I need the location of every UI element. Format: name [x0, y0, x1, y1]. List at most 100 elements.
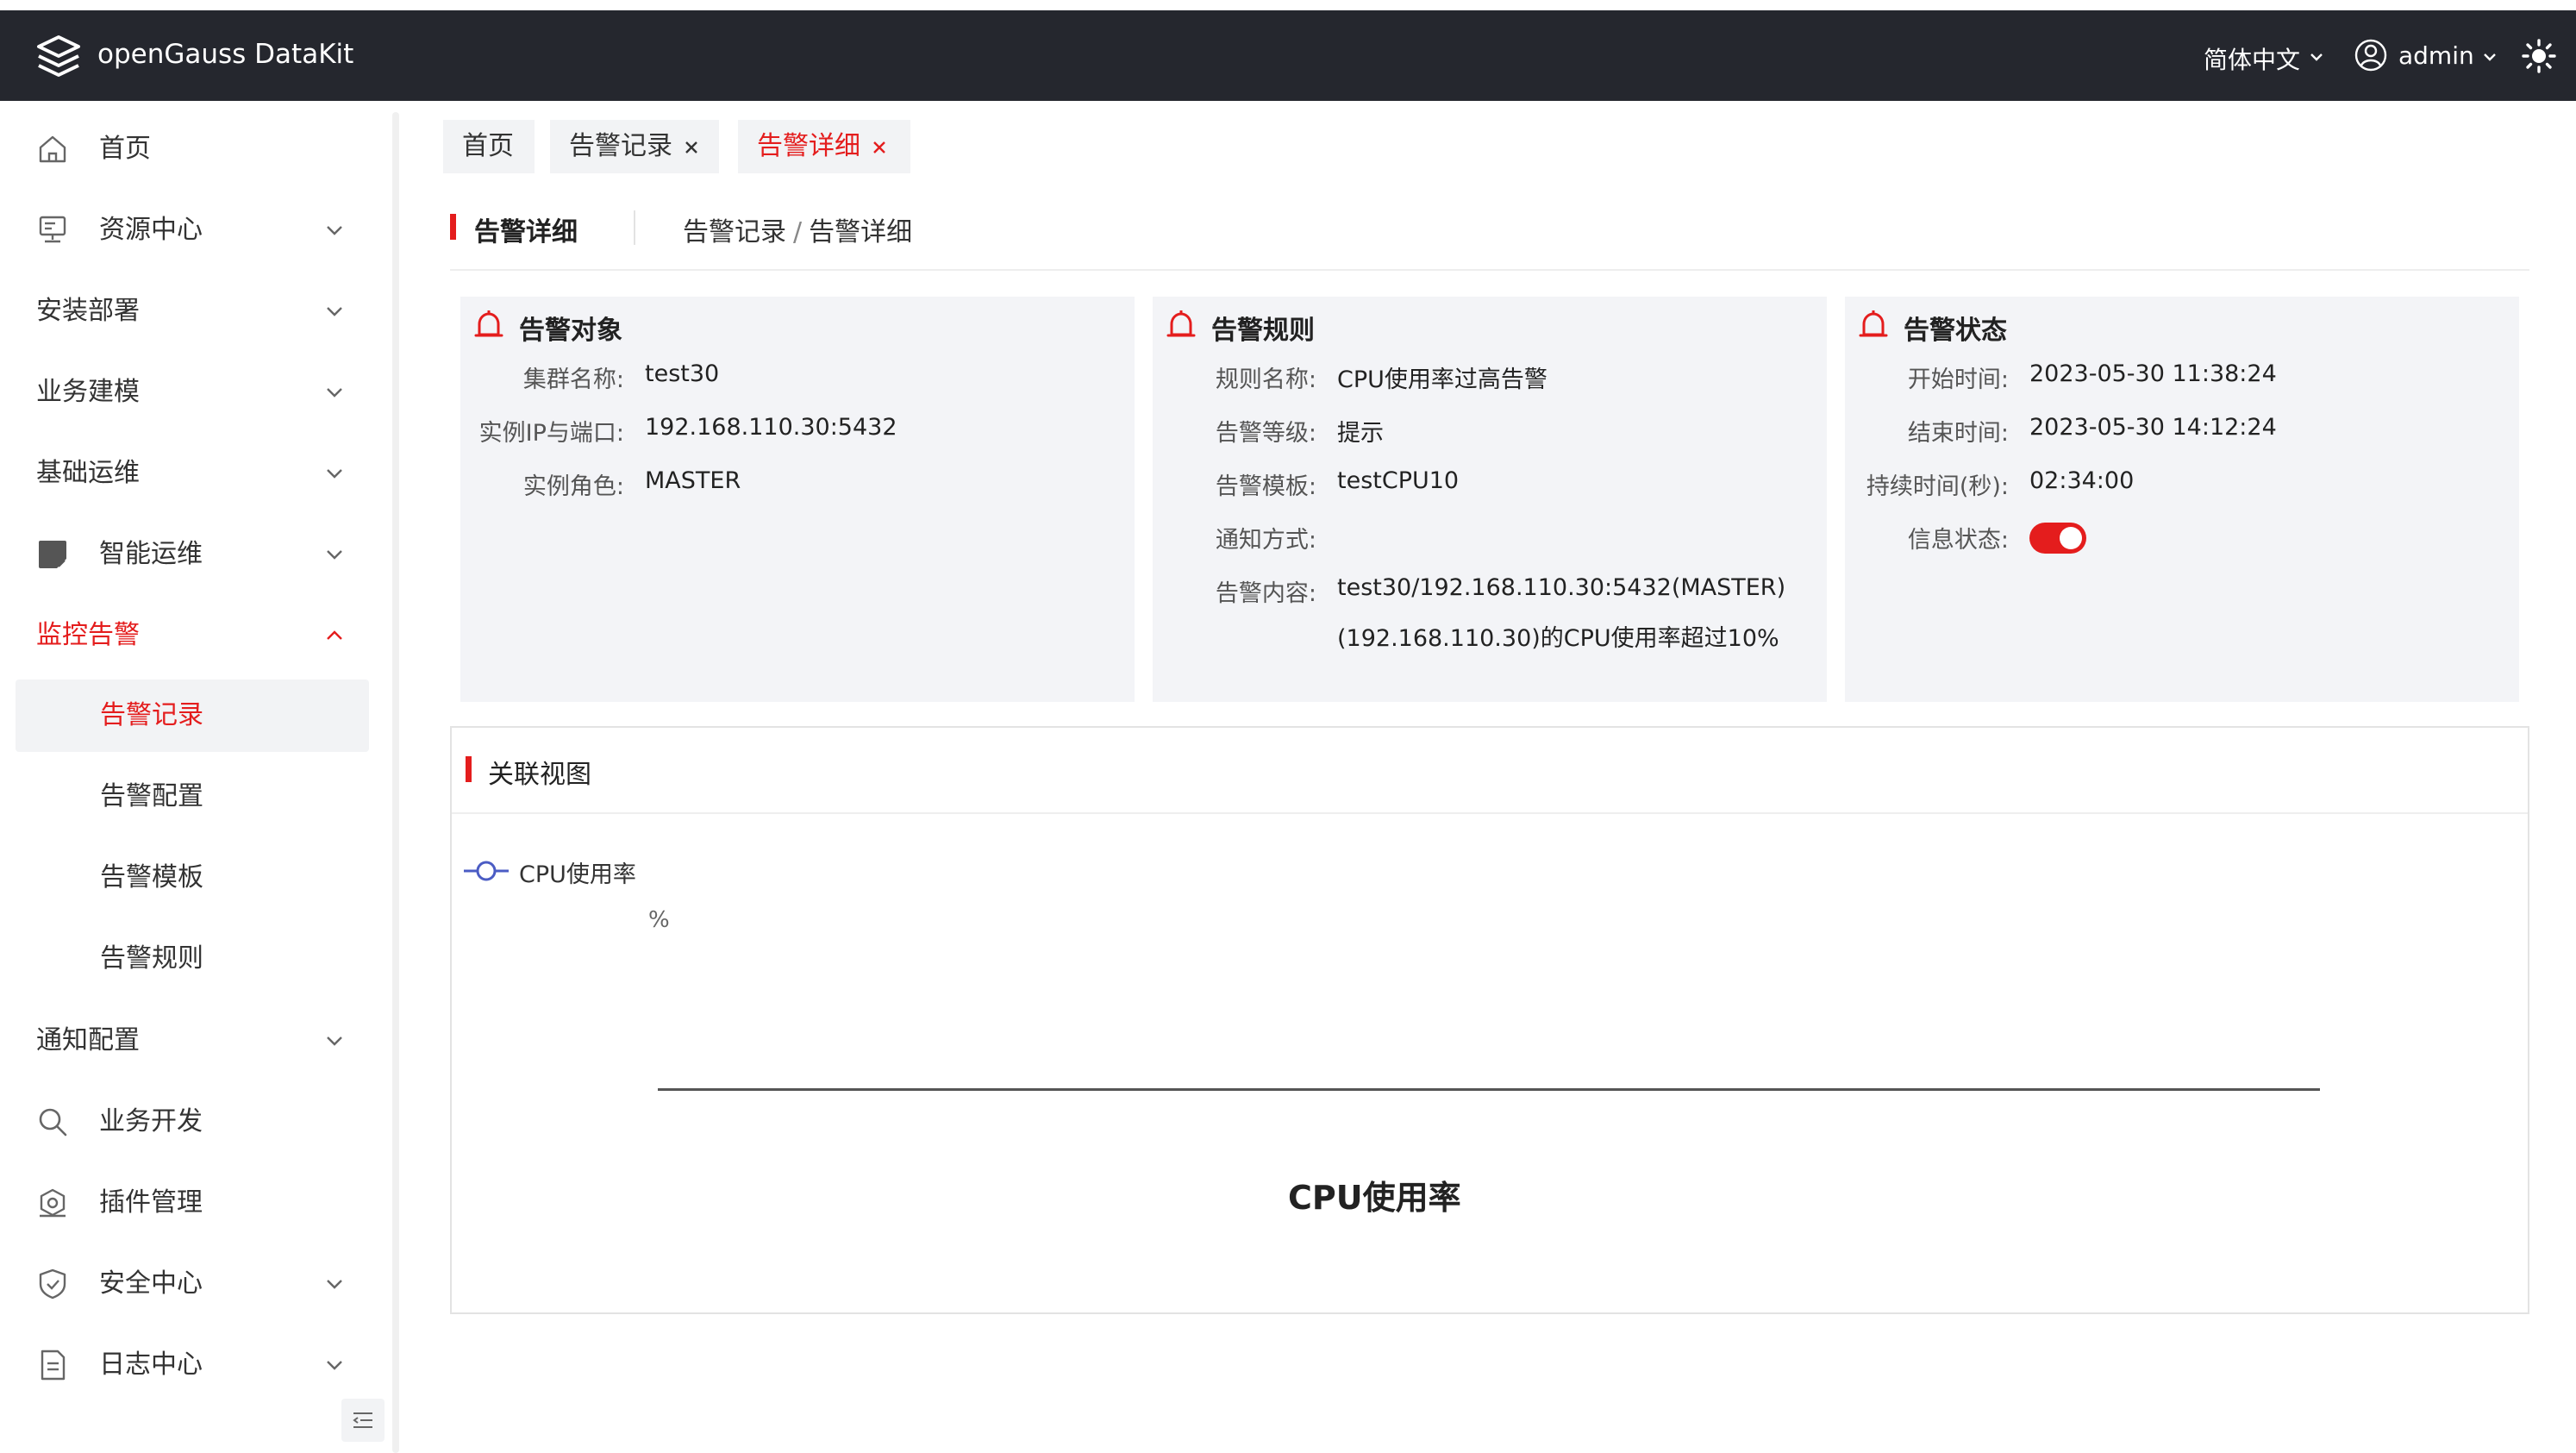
- cluster-name-row: 集群名称: test30: [460, 360, 1135, 395]
- alert-target-card: 告警对象 集群名称: test30 实例IP与端口: 192.168.110.3…: [460, 297, 1135, 702]
- home-icon: [39, 135, 66, 163]
- chevron-down-icon[interactable]: [2310, 53, 2323, 61]
- sidebar-subitem-label: 告警记录: [100, 700, 203, 730]
- sidebar-scrollbar[interactable]: [392, 112, 399, 1453]
- alert-template-row: 告警模板: testCPU10: [1153, 467, 1827, 502]
- panel-title: 关联视图: [488, 760, 591, 790]
- info-status-row: 信息状态:: [1845, 521, 2519, 555]
- sidebar-item-label: 基础运维: [36, 458, 140, 488]
- collapse-menu-icon: [353, 1412, 372, 1428]
- alert-content-row: 告警内容: test30/192.168.110.30:5432(MASTER): [1153, 574, 1827, 609]
- field-value: test30: [645, 360, 720, 387]
- alert-level-row: 告警等级: 提示: [1153, 414, 1827, 448]
- title-accent-bar: [450, 214, 456, 240]
- sidebar-item-monitor-alert[interactable]: 监控告警: [0, 598, 379, 671]
- sun-icon[interactable]: [2521, 38, 2557, 74]
- info-status-toggle[interactable]: [2029, 523, 2086, 554]
- tab-home[interactable]: 首页: [443, 120, 535, 173]
- alert-content-row-2: (192.168.110.30)的CPU使用率超过10%: [1153, 619, 1827, 654]
- breadcrumb-separator: /: [793, 217, 803, 247]
- page-title: 告警详细: [474, 217, 578, 247]
- close-icon[interactable]: [685, 141, 698, 154]
- chevron-down-icon: [327, 469, 342, 479]
- language-selector[interactable]: 简体中文: [2204, 41, 2300, 76]
- notify-method-row: 通知方式:: [1153, 521, 1827, 555]
- chevron-down-icon[interactable]: [2483, 53, 2497, 61]
- field-value: 提示: [1337, 420, 1384, 447]
- field-value: 2023-05-30 11:38:24: [2029, 360, 2277, 387]
- chevron-up-icon: [327, 630, 342, 640]
- start-time-row: 开始时间: 2023-05-30 11:38:24: [1845, 360, 2519, 395]
- instance-role-row: 实例角色: MASTER: [460, 467, 1135, 502]
- title-separator: [634, 210, 635, 245]
- field-label: 告警模板:: [1215, 473, 1316, 500]
- app-header: openGauss DataKit 简体中文 admin: [0, 10, 2576, 101]
- rule-name-row: 规则名称: CPU使用率过高告警: [1153, 360, 1827, 395]
- title-accent-bar: [466, 756, 472, 782]
- instance-ip-port-row: 实例IP与端口: 192.168.110.30:5432: [460, 414, 1135, 448]
- breadcrumb: 告警记录 / 告警详细: [683, 210, 912, 248]
- sidebar-item-smart-ops[interactable]: 智能运维: [0, 517, 379, 590]
- field-label: 通知方式:: [1215, 527, 1316, 554]
- sidebar-item-business-modeling[interactable]: 业务建模: [0, 355, 379, 428]
- server-icon: [39, 216, 66, 243]
- sidebar-item-resource-center[interactable]: 资源中心: [0, 193, 379, 266]
- sidebar-subitem-alert-config[interactable]: 告警配置: [16, 761, 369, 833]
- sidebar-subitem-alert-records[interactable]: 告警记录: [16, 680, 369, 752]
- card-title: 告警规则: [1211, 316, 1315, 346]
- card-title: 告警对象: [519, 316, 622, 346]
- layers-logo-icon[interactable]: [34, 33, 83, 81]
- sidebar-collapse-button[interactable]: [341, 1399, 385, 1442]
- field-label: 告警内容:: [1215, 580, 1316, 607]
- sidebar-item-home[interactable]: 首页: [0, 112, 379, 185]
- tab-label: 首页: [462, 131, 514, 161]
- panel-divider: [452, 812, 2528, 814]
- sidebar-subitem-alert-template[interactable]: 告警模板: [16, 842, 369, 914]
- search-icon: [39, 1108, 67, 1137]
- field-label: 信息状态:: [1907, 527, 2009, 554]
- bell-icon: [1166, 310, 1196, 337]
- close-icon[interactable]: [872, 141, 886, 154]
- field-label: 开始时间:: [1907, 366, 2009, 393]
- toggle-knob: [2060, 527, 2082, 549]
- shield-icon: [39, 1268, 66, 1300]
- sidebar-item-basic-ops[interactable]: 基础运维: [0, 436, 379, 509]
- chevron-down-icon: [327, 388, 342, 398]
- tab-alert-detail[interactable]: 告警详细: [738, 120, 910, 173]
- field-value: MASTER: [645, 467, 741, 494]
- sidebar-item-label: 插件管理: [99, 1187, 203, 1218]
- legend-marker-icon[interactable]: [462, 858, 510, 884]
- sidebar-item-label: 首页: [99, 134, 151, 164]
- sidebar-item-business-dev[interactable]: 业务开发: [0, 1085, 379, 1157]
- field-value: test30/192.168.110.30:5432(MASTER): [1337, 574, 1786, 601]
- x-axis-line: [658, 1088, 2320, 1091]
- field-label: 告警等级:: [1215, 420, 1316, 447]
- sidebar-subitem-alert-rules[interactable]: 告警规则: [16, 923, 369, 995]
- sidebar-item-plugin-management[interactable]: 插件管理: [0, 1166, 379, 1238]
- sidebar-item-label: 日志中心: [99, 1350, 203, 1380]
- field-label: 实例IP与端口:: [478, 420, 624, 447]
- username-menu[interactable]: admin: [2398, 41, 2474, 70]
- card-title: 告警状态: [1904, 316, 2007, 346]
- breadcrumb-item-alert-detail: 告警详细: [809, 217, 913, 247]
- chevron-down-icon: [327, 1037, 342, 1046]
- field-value: (192.168.110.30)的CPU使用率超过10%: [1337, 625, 1779, 652]
- chart-title: CPU使用率: [1288, 1179, 1461, 1217]
- sidebar-item-install-deploy[interactable]: 安装部署: [0, 274, 379, 347]
- bell-icon: [474, 310, 503, 337]
- sidebar-item-log-center[interactable]: 日志中心: [0, 1328, 379, 1400]
- sidebar-item-label: 安全中心: [99, 1268, 203, 1299]
- top-strip: [0, 0, 2576, 10]
- duration-row: 持续时间(秒): 02:34:00: [1845, 467, 2519, 502]
- document-icon: [41, 1350, 66, 1381]
- sidebar-item-security-center[interactable]: 安全中心: [0, 1247, 379, 1319]
- legend-label[interactable]: CPU使用率: [519, 855, 636, 889]
- sidebar-item-notification-config[interactable]: 通知配置: [0, 1004, 379, 1076]
- tab-alert-records[interactable]: 告警记录: [550, 120, 719, 173]
- tab-label: 告警详细: [757, 131, 860, 161]
- field-value: 02:34:00: [2029, 467, 2135, 494]
- breadcrumb-item-alert-records[interactable]: 告警记录: [683, 217, 786, 247]
- field-label: 结束时间:: [1907, 420, 2009, 447]
- user-icon[interactable]: [2354, 38, 2388, 72]
- alert-status-card: 告警状态 开始时间: 2023-05-30 11:38:24 结束时间: 202…: [1845, 297, 2519, 702]
